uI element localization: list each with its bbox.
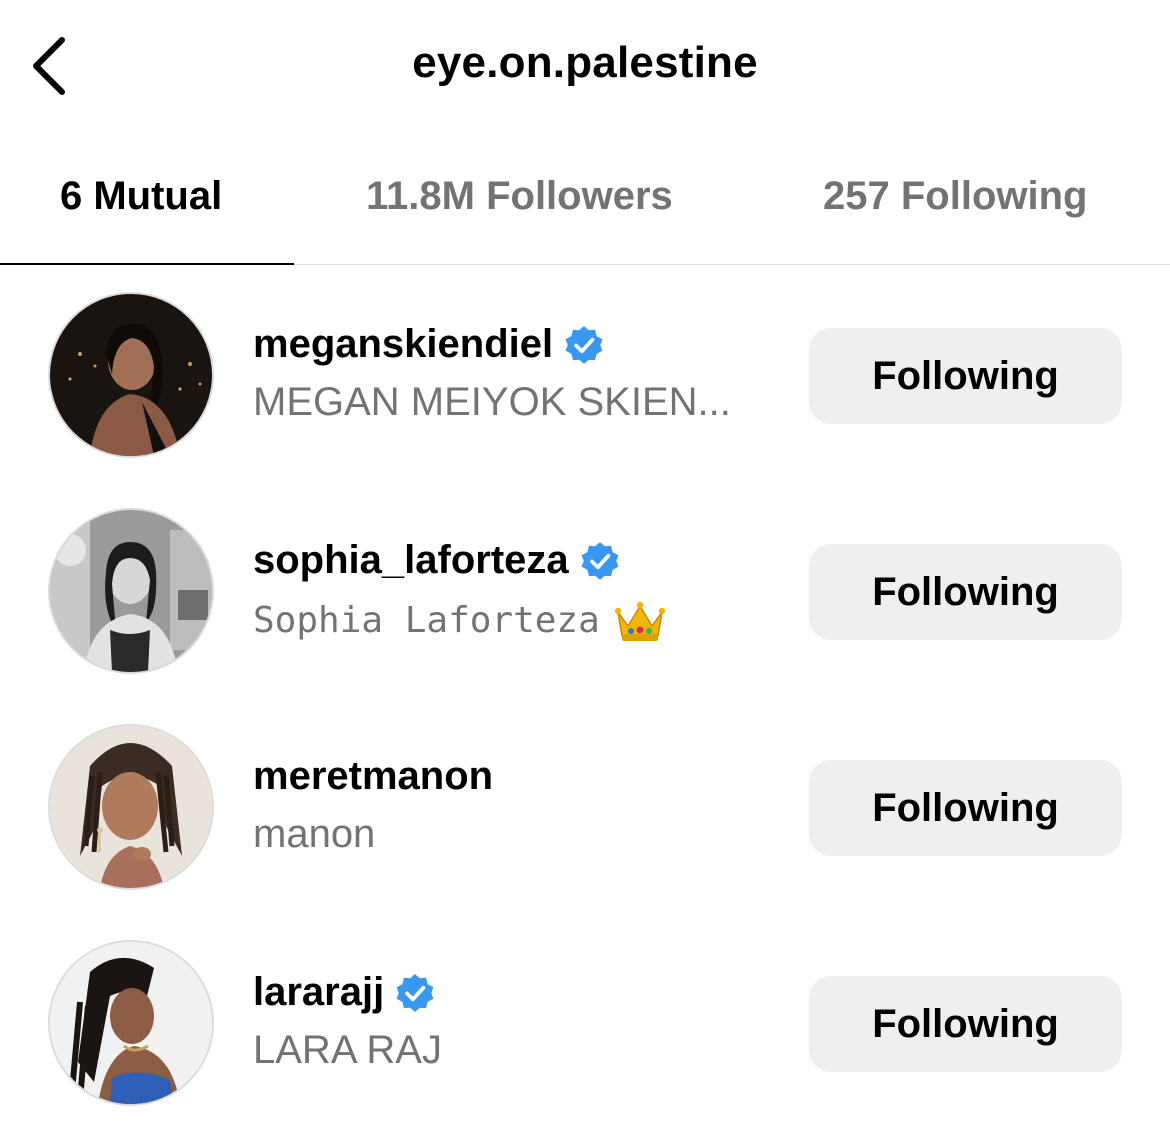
following-button[interactable]: Following <box>809 760 1122 856</box>
avatar[interactable] <box>48 508 214 674</box>
full-name: manon <box>253 812 376 856</box>
username[interactable]: meretmanon <box>253 754 493 799</box>
username-line: lararajj <box>253 970 436 1015</box>
list-item: lararajj LARA RAJ Following <box>0 940 1170 1110</box>
full-name: MEGAN MEIYOK SKIEN... <box>253 380 731 424</box>
avatar[interactable] <box>48 724 214 890</box>
verified-badge-icon <box>581 541 619 580</box>
username-line: meganskiendiel <box>253 322 605 367</box>
tab-bar: 6 Mutual 11.8M Followers 257 Following <box>0 150 1170 265</box>
page-title: eye.on.palestine <box>412 38 758 87</box>
following-button[interactable]: Following <box>809 976 1122 1072</box>
username[interactable]: sophia_laforteza <box>253 538 569 583</box>
following-button[interactable]: Following <box>809 328 1122 424</box>
header: eye.on.palestine <box>0 0 1170 130</box>
verified-badge-icon <box>565 325 603 364</box>
list-item: sophia_laforteza Sophia Laforteza Follow… <box>0 508 1170 678</box>
verified-badge-icon <box>396 973 434 1012</box>
crown-icon <box>614 601 665 641</box>
avatar[interactable] <box>48 940 214 1106</box>
tab-followers[interactable]: 11.8M Followers <box>366 174 673 219</box>
active-tab-indicator <box>0 263 294 265</box>
username[interactable]: meganskiendiel <box>253 322 553 367</box>
list-item: meganskiendiel MEGAN MEIYOK SKIEN... Fol… <box>0 292 1170 462</box>
full-name-text: Sophia Laforteza <box>253 600 600 641</box>
full-name: LARA RAJ <box>253 1028 442 1072</box>
username-line: meretmanon <box>253 754 493 799</box>
username-line: sophia_laforteza <box>253 538 621 583</box>
tab-mutual[interactable]: 6 Mutual <box>60 174 222 219</box>
following-button[interactable]: Following <box>809 544 1122 640</box>
tab-following[interactable]: 257 Following <box>823 174 1087 219</box>
list-item: meretmanon manon Following <box>0 724 1170 894</box>
full-name: Sophia Laforteza <box>253 600 666 644</box>
username[interactable]: lararajj <box>253 970 384 1015</box>
avatar[interactable] <box>48 292 214 458</box>
